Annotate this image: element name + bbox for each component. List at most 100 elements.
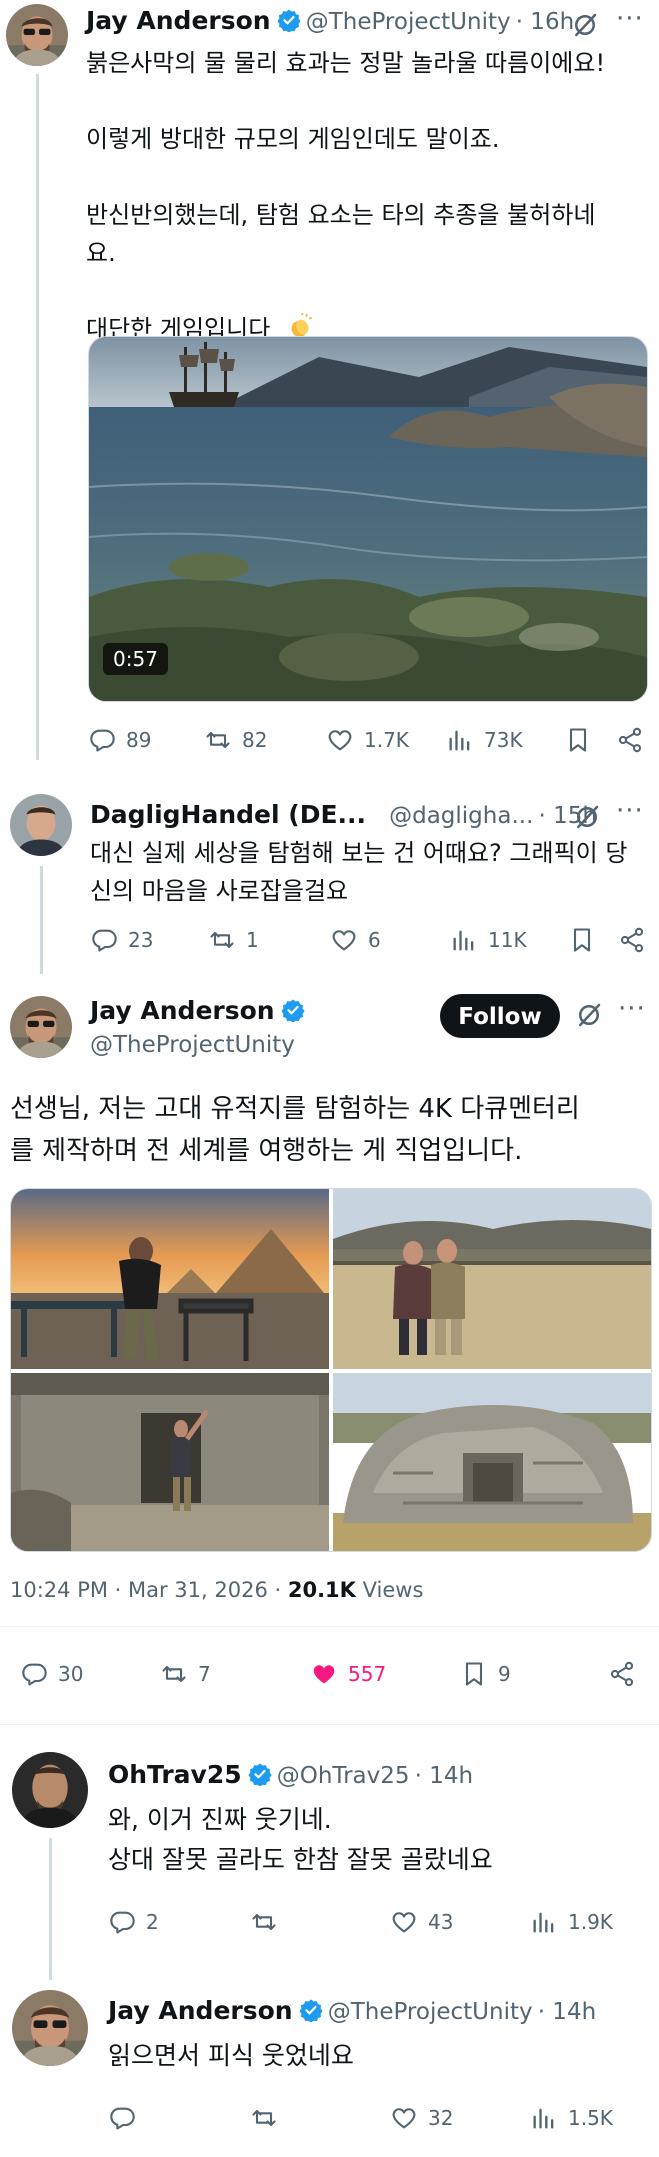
- repost-count: 7: [198, 1662, 211, 1686]
- reply-icon: [108, 1908, 136, 1936]
- bookmark-icon: [460, 1660, 488, 1688]
- bookmark-button[interactable]: [564, 726, 592, 754]
- repost-button[interactable]: 82: [204, 726, 267, 754]
- follow-button[interactable]: Follow: [440, 994, 560, 1038]
- like-button[interactable]: 1.7K: [326, 726, 409, 754]
- grok-icon[interactable]: [570, 10, 600, 40]
- author-handle[interactable]: @OhTrav25: [277, 1763, 410, 1789]
- photo-two-travelers[interactable]: [333, 1189, 651, 1369]
- avatar[interactable]: [6, 4, 68, 66]
- views-button[interactable]: 1.9K: [530, 1908, 613, 1936]
- views-button[interactable]: 73K: [446, 726, 523, 754]
- tweet-text-line: 붉은사막의 물 물리 효과는 정말 놀라울 따름이에요!: [86, 49, 606, 77]
- author-name[interactable]: Jay Anderson: [108, 1996, 293, 2025]
- divider: [0, 1626, 659, 1627]
- share-icon: [608, 1660, 636, 1688]
- author-handle[interactable]: @daglighа...: [389, 803, 533, 829]
- author-handle[interactable]: @TheProjectUnity: [328, 1999, 533, 2025]
- heart-icon: [330, 926, 358, 954]
- repost-icon: [204, 726, 232, 754]
- share-icon: [616, 726, 644, 754]
- tweet-text-line: 요.: [86, 239, 116, 267]
- video-thumbnail: [89, 337, 647, 701]
- author-handle[interactable]: @TheProjectUnity: [90, 1032, 295, 1058]
- divider: [0, 1724, 659, 1725]
- author-handle[interactable]: @TheProjectUnity: [306, 9, 511, 35]
- author-name[interactable]: Jay Anderson: [90, 996, 275, 1025]
- bookmark-button[interactable]: [568, 926, 596, 954]
- reply-icon: [90, 926, 118, 954]
- like-button[interactable]: 43: [390, 1908, 453, 1936]
- author-name[interactable]: OhTrav25: [108, 1760, 242, 1789]
- like-button[interactable]: 557: [310, 1660, 386, 1688]
- grok-icon[interactable]: [574, 1000, 604, 1030]
- views-button[interactable]: 11K: [450, 926, 527, 954]
- like-button[interactable]: 32: [390, 2104, 453, 2132]
- reply-button[interactable]: 89: [88, 726, 151, 754]
- heart-icon: [390, 1908, 418, 1936]
- like-count: 1.7K: [364, 728, 409, 752]
- like-count: 32: [428, 2106, 454, 2130]
- repost-count: 82: [242, 728, 268, 752]
- views-count: 11K: [488, 928, 527, 952]
- tweet-text-line: 읽으면서 피식 웃었네요: [108, 2041, 354, 2070]
- views-icon: [446, 726, 474, 754]
- reply-button[interactable]: 30: [20, 1660, 83, 1688]
- bookmark-count: 9: [498, 1662, 511, 1686]
- repost-button[interactable]: [250, 1908, 278, 1936]
- like-count: 557: [348, 1662, 387, 1686]
- avatar[interactable]: [12, 1990, 88, 2066]
- views-count: 73K: [484, 728, 523, 752]
- tweet-time[interactable]: · 14h: [415, 1763, 473, 1789]
- author-name[interactable]: DagligHandel (DE...: [90, 800, 366, 829]
- heart-filled-icon: [310, 1660, 338, 1688]
- thread-line: [49, 1838, 52, 1980]
- share-button[interactable]: [616, 726, 644, 754]
- grok-icon[interactable]: [572, 802, 602, 832]
- repost-icon: [208, 926, 236, 954]
- views-icon: [530, 2104, 558, 2132]
- more-options-icon[interactable]: ···: [618, 994, 646, 1024]
- reply-button[interactable]: 23: [90, 926, 153, 954]
- more-options-icon[interactable]: ···: [616, 796, 644, 826]
- share-button[interactable]: [618, 926, 646, 954]
- verified-badge-icon: [299, 1998, 323, 2022]
- repost-button[interactable]: 7: [160, 1660, 211, 1688]
- like-button[interactable]: 6: [330, 926, 381, 954]
- photo-carved-rock[interactable]: [333, 1373, 651, 1551]
- tweet-time[interactable]: · 16h: [516, 9, 574, 35]
- views-count: 1.5K: [568, 2106, 613, 2130]
- repost-button[interactable]: 1: [208, 926, 259, 954]
- views-count: 20.1K: [287, 1578, 356, 1602]
- share-button[interactable]: [608, 1660, 636, 1688]
- reply-button[interactable]: [108, 2104, 136, 2132]
- tweet-text-line: 이렇게 방대한 규모의 게임인데도 말이죠.: [86, 125, 500, 153]
- views-icon: [530, 1908, 558, 1936]
- bookmark-button[interactable]: 9: [460, 1660, 511, 1688]
- avatar[interactable]: [12, 1752, 88, 1828]
- avatar[interactable]: [10, 996, 72, 1058]
- like-count: 43: [428, 1910, 454, 1934]
- photo-stone-doorway[interactable]: [11, 1373, 329, 1551]
- video-duration-badge: 0:57: [103, 643, 168, 675]
- video-player[interactable]: 0:57: [88, 336, 648, 702]
- photo-grid: [10, 1188, 652, 1552]
- tweet-text-line: 상대 잘못 골라도 한참 잘못 골랐네요: [108, 1845, 493, 1874]
- views-button[interactable]: 1.5K: [530, 2104, 613, 2132]
- avatar[interactable]: [10, 794, 72, 856]
- tweet-time[interactable]: · 14h: [538, 1999, 596, 2025]
- repost-count: 1: [246, 928, 259, 952]
- tweet-timestamp[interactable]: 10:24 PM · Mar 31, 2026 ·: [10, 1578, 288, 1602]
- heart-icon: [326, 726, 354, 754]
- tweet-text-line: 선생님, 저는 고대 유적지를 탐험하는 4K 다큐멘터리: [10, 1094, 580, 1124]
- author-name[interactable]: Jay Anderson: [86, 6, 271, 35]
- views-count: 1.9K: [568, 1910, 613, 1934]
- tweet-text-line: 대신 실제 세상을 탐험해 보는 건 어때요? 그래픽이 당: [90, 839, 628, 867]
- more-options-icon[interactable]: ···: [616, 4, 644, 34]
- repost-button[interactable]: [250, 2104, 278, 2132]
- photo-pyramids[interactable]: [11, 1189, 329, 1369]
- thread-line: [40, 866, 43, 974]
- reply-count: 2: [146, 1910, 159, 1934]
- reply-button[interactable]: 2: [108, 1908, 159, 1936]
- views-icon: [450, 926, 478, 954]
